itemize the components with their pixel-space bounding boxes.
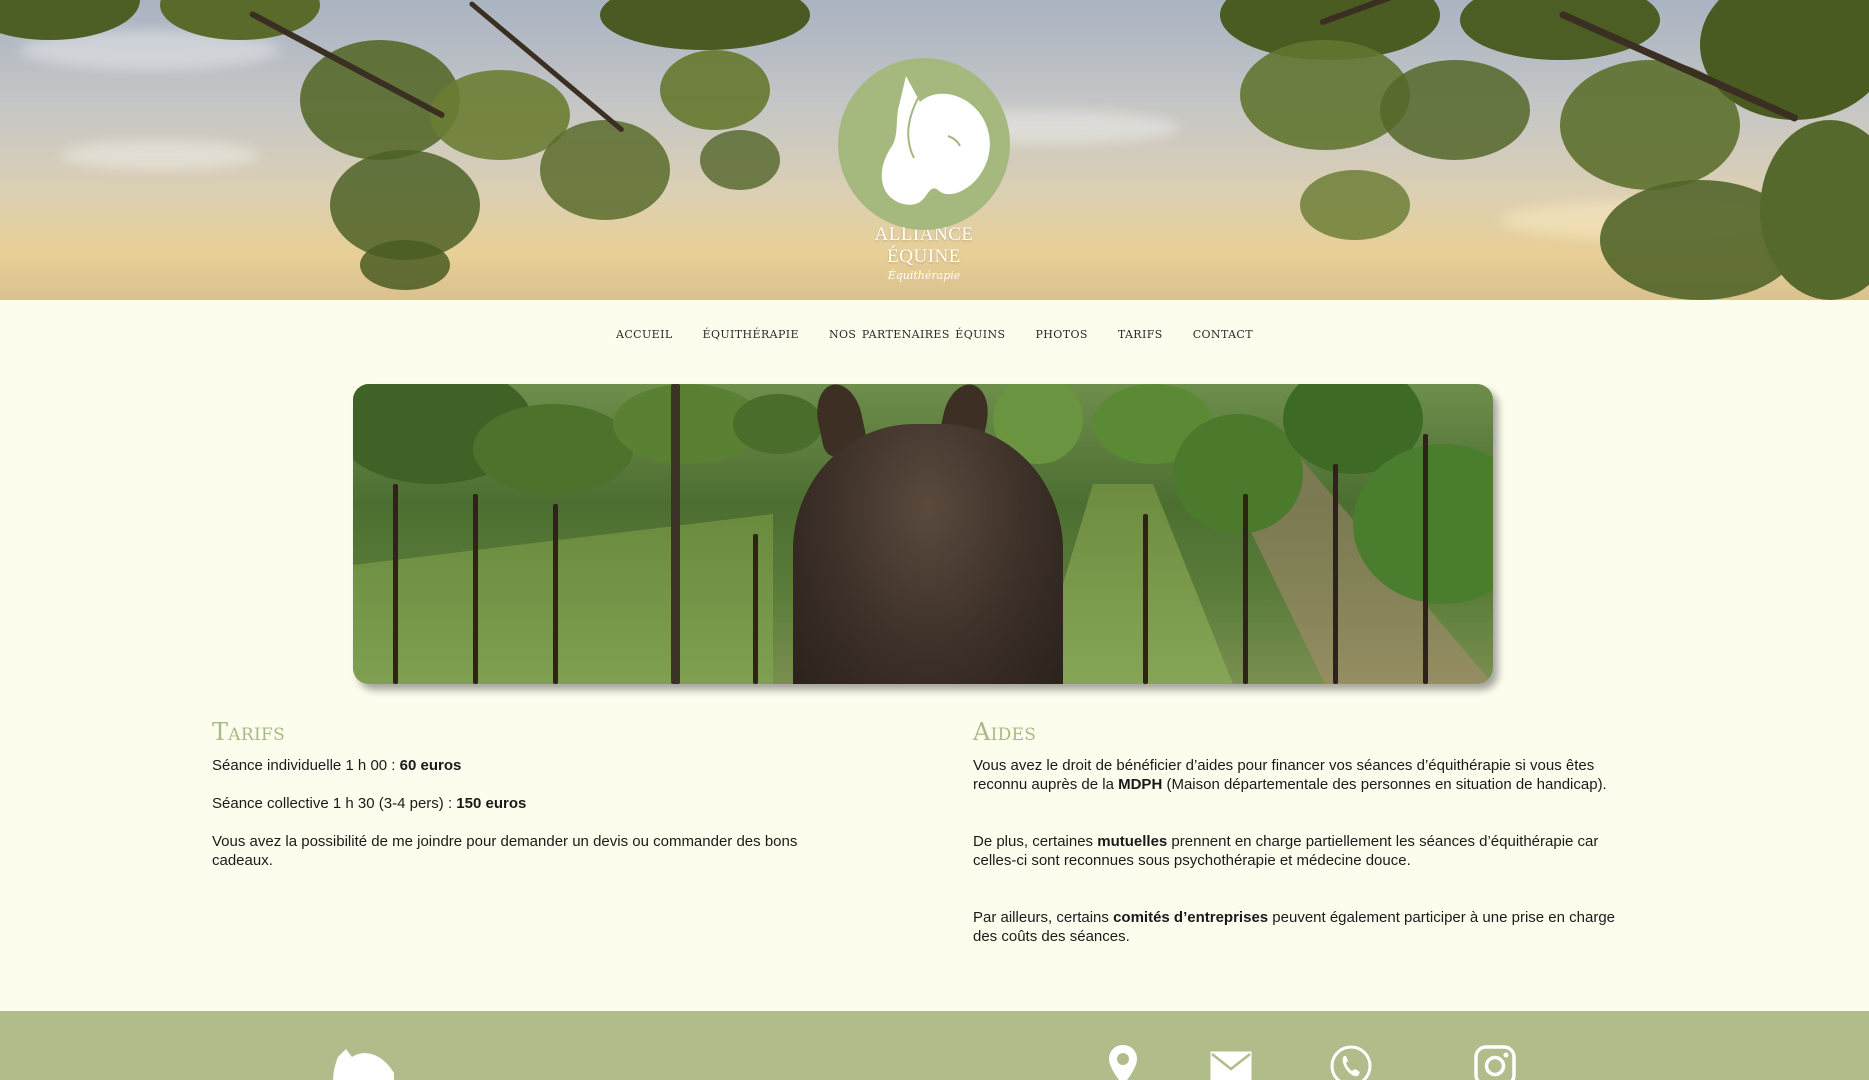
aides-paragraph-mutuelles: De plus, certaines mutuelles prennent en… <box>973 833 1599 869</box>
tree-foliage <box>700 130 780 190</box>
vineyard-horse-photo <box>353 384 1493 684</box>
vine-trunk <box>1333 464 1338 684</box>
location-pin-icon[interactable] <box>1109 1045 1137 1080</box>
tree-foliage <box>660 50 770 130</box>
logo-subtitle: Équithérapie <box>887 269 961 282</box>
main-nav: ACCUEIL ÉQUITHÉRAPIE NOS PARTENAIRES ÉQU… <box>0 300 1869 364</box>
sky-cloud <box>60 140 260 170</box>
horse-logo-icon[interactable] <box>330 1047 400 1080</box>
tarif-collective: Séance collective 1 h 30 (3-4 pers) : 15… <box>212 795 527 812</box>
tarif-contact-note: Vous avez la possibilité de me joindre p… <box>212 833 798 869</box>
instagram-icon[interactable] <box>1474 1045 1516 1080</box>
vine-trunk <box>553 504 558 684</box>
phone-icon[interactable] <box>1330 1045 1372 1080</box>
tree-foliage <box>600 0 810 50</box>
footer <box>0 1011 1869 1080</box>
vine-leaves <box>733 394 823 454</box>
vine-leaves <box>473 404 633 494</box>
vine-trunk <box>393 484 398 684</box>
tree-foliage <box>1300 170 1410 240</box>
tree-foliage <box>360 240 450 290</box>
hero-banner: ALLIANCE ÉQUINE Équithérapie <box>0 0 1869 300</box>
nav-item-tarifs[interactable]: TARIFS <box>1118 323 1163 342</box>
tarifs-title: Tarifs <box>212 718 286 746</box>
grass-strip <box>353 514 773 684</box>
tree-foliage <box>1380 60 1530 160</box>
nav-item-photos[interactable]: PHOTOS <box>1036 323 1088 342</box>
tarif-individual: Séance individuelle 1 h 00 : 60 euros <box>212 757 462 774</box>
nav-item-equitherapie[interactable]: ÉQUITHÉRAPIE <box>703 323 799 342</box>
tarifs-section: Tarifs Séance individuelle 1 h 00 : 60 e… <box>212 718 852 870</box>
vine-trunk <box>1143 514 1148 684</box>
horse-head <box>793 424 1063 684</box>
nav-item-partenaires[interactable]: NOS PARTENAIRES ÉQUINS <box>829 323 1006 342</box>
mail-icon[interactable] <box>1210 1051 1252 1080</box>
logo-title: ALLIANCE ÉQUINE <box>874 224 974 267</box>
aides-section: Aides Vous avez le droit de bénéficier d… <box>973 718 1643 946</box>
site-logo[interactable]: ALLIANCE ÉQUINE Équithérapie <box>836 58 1012 282</box>
aides-title: Aides <box>973 718 1037 746</box>
nav-item-accueil[interactable]: ACCUEIL <box>616 323 673 342</box>
vine-trunk <box>753 534 758 684</box>
aides-paragraph-mdph: Vous avez le droit de bénéficier d’aides… <box>973 757 1607 793</box>
tree-foliage <box>540 120 670 220</box>
vine-trunk <box>1243 494 1248 684</box>
nav-item-contact[interactable]: CONTACT <box>1193 323 1253 342</box>
vine-leaves <box>1173 414 1303 534</box>
vine-trunk <box>473 494 478 684</box>
aides-paragraph-comites: Par ailleurs, certains comités d’entrepr… <box>973 909 1616 945</box>
horse-logo-icon <box>838 58 1010 230</box>
vine-trunk <box>1423 434 1428 684</box>
vine-post <box>671 384 680 684</box>
tree-foliage <box>1460 0 1660 60</box>
